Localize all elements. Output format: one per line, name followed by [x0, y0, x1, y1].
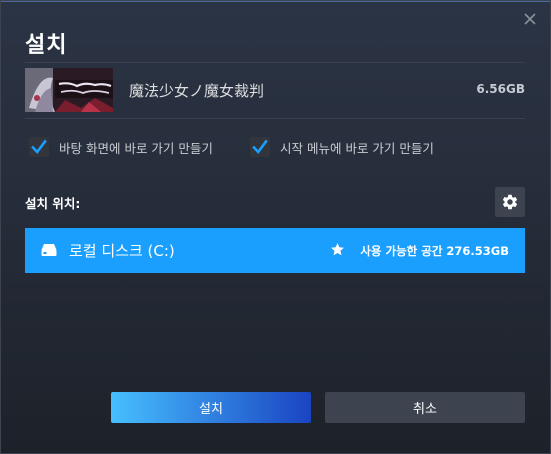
start-menu-shortcut-label: 시작 메뉴에 바로 가기 만들기: [280, 140, 434, 156]
game-size: 6.56GB: [476, 82, 525, 96]
install-location-label: 설치 위치:: [25, 196, 81, 211]
star-icon: [331, 243, 344, 256]
location-settings-button[interactable]: [495, 187, 525, 217]
divider-top: [25, 62, 525, 63]
drive-name: 로컬 디스크 (C:): [69, 242, 175, 260]
close-icon: [524, 13, 536, 25]
top-accent-line: [1, 1, 550, 2]
desktop-shortcut-checkbox[interactable]: [29, 137, 49, 157]
install-dialog: 설치 魔法少女ノ魔女裁判 6.56GB 바탕 화면에 바로 가기 만들기 시작 …: [0, 0, 551, 454]
drive-option-c[interactable]: 로컬 디스크 (C:) 사용 가능한 공간 276.53GB: [25, 228, 525, 273]
checkmark-icon: [31, 139, 47, 155]
drive-icon: [41, 244, 57, 256]
start-menu-shortcut-checkbox[interactable]: [250, 137, 270, 157]
drive-free-space: 사용 가능한 공간 276.53GB: [360, 244, 509, 258]
divider-bottom: [25, 118, 525, 119]
desktop-shortcut-option[interactable]: 바탕 화면에 바로 가기 만들기: [29, 136, 213, 158]
game-thumbnail: [25, 68, 113, 112]
game-name: 魔法少女ノ魔女裁判: [129, 82, 265, 100]
install-button[interactable]: 설치: [111, 392, 311, 423]
start-menu-shortcut-option[interactable]: 시작 메뉴에 바로 가기 만들기: [250, 136, 434, 158]
checkmark-icon: [252, 139, 268, 155]
close-button[interactable]: [520, 9, 540, 29]
gear-icon: [502, 194, 518, 210]
dialog-title: 설치: [25, 33, 68, 58]
cancel-button[interactable]: 취소: [325, 392, 525, 423]
desktop-shortcut-label: 바탕 화면에 바로 가기 만들기: [59, 140, 213, 156]
game-row: 魔法少女ノ魔女裁判 6.56GB: [25, 68, 525, 112]
